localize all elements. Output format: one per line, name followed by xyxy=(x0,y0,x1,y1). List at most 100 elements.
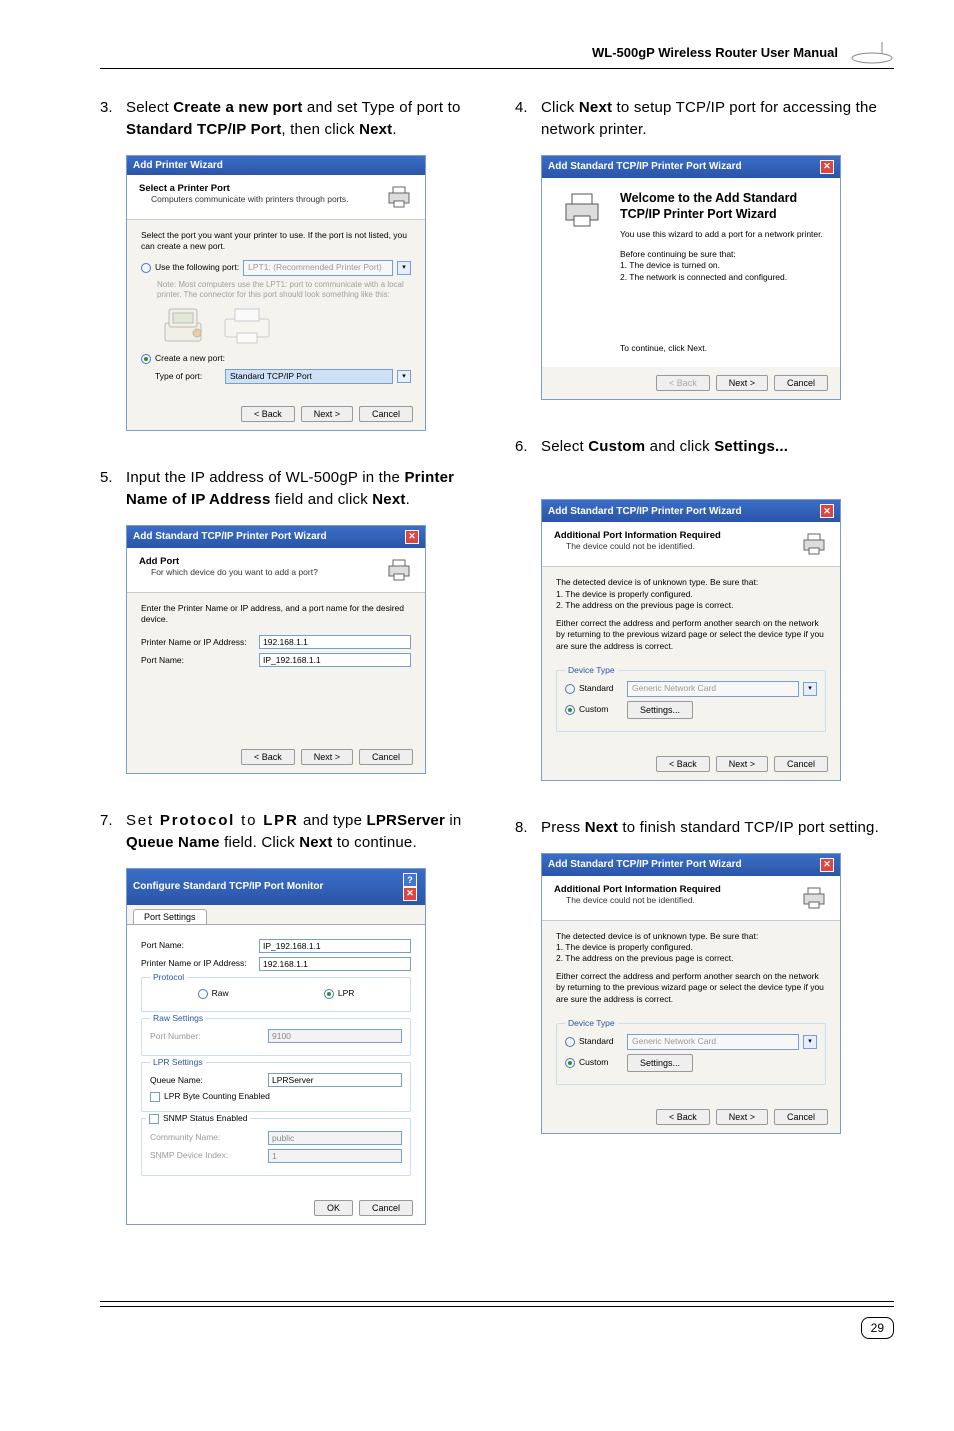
next-button[interactable]: Next > xyxy=(301,406,353,422)
dropdown-arrow-icon[interactable]: ▾ xyxy=(397,370,411,383)
dialog-subheading: For which device do you want to add a po… xyxy=(151,567,385,577)
cancel-button[interactable]: Cancel xyxy=(359,406,413,422)
dialog-subheading: The device could not be identified. xyxy=(566,895,800,905)
back-button[interactable]: < Back xyxy=(241,406,295,422)
dialog-subheading: Computers communicate with printers thro… xyxy=(151,194,385,204)
step-number: 5. xyxy=(100,467,126,489)
step-7: 7. Set Protocol to LPR and type LPRServe… xyxy=(100,810,479,1224)
printer-icon xyxy=(385,556,413,584)
raw-port-field xyxy=(268,1029,402,1043)
radio-create-port[interactable] xyxy=(141,354,151,364)
cancel-button[interactable]: Cancel xyxy=(774,756,828,772)
dialog-heading: Additional Port Information Required xyxy=(554,530,800,541)
help-icon[interactable]: ? xyxy=(403,873,417,887)
lpr-byte-checkbox[interactable] xyxy=(150,1092,160,1102)
step-3: 3. Select Create a new port and set Type… xyxy=(100,97,479,431)
printer-icon xyxy=(385,183,413,211)
printer-large-icon xyxy=(221,307,273,345)
printer-addr-field[interactable] xyxy=(259,957,411,971)
back-button[interactable]: < Back xyxy=(241,749,295,765)
step-number: 4. xyxy=(515,97,541,119)
printer-icon xyxy=(800,884,828,912)
port-select[interactable]: LPT1: (Recommended Printer Port) xyxy=(243,260,393,275)
snmp-checkbox[interactable] xyxy=(149,1114,159,1124)
radio-custom[interactable] xyxy=(565,705,575,715)
dialog-desc: Enter the Printer Name or IP address, an… xyxy=(141,603,411,626)
dialog-heading: Add Port xyxy=(139,556,385,567)
cancel-button[interactable]: Cancel xyxy=(774,375,828,391)
step-6: 6. Select Custom and click Settings... A… xyxy=(515,436,894,781)
next-button[interactable]: Next > xyxy=(301,749,353,765)
step-number: 8. xyxy=(515,817,541,839)
std-card-select: Generic Network Card xyxy=(627,1034,799,1049)
close-icon[interactable]: ✕ xyxy=(820,858,834,872)
tab-port-settings[interactable]: Port Settings xyxy=(133,909,207,924)
dialog-port-monitor: Configure Standard TCP/IP Port Monitor?✕… xyxy=(126,868,426,1225)
cancel-button[interactable]: Cancel xyxy=(774,1109,828,1125)
close-icon[interactable]: ✕ xyxy=(820,504,834,518)
dropdown-arrow-icon: ▾ xyxy=(803,682,817,695)
header-title: WL-500gP Wireless Router User Manual xyxy=(592,45,838,60)
back-button[interactable]: < Back xyxy=(656,1109,710,1125)
snmp-index-field xyxy=(268,1149,402,1163)
settings-button[interactable]: Settings... xyxy=(627,701,693,719)
printer-ip-input[interactable] xyxy=(259,635,411,649)
dropdown-arrow-icon[interactable]: ▾ xyxy=(397,261,411,274)
page-header: WL-500gP Wireless Router User Manual xyxy=(100,40,894,69)
dropdown-arrow-icon: ▾ xyxy=(803,1035,817,1048)
back-button[interactable]: < Back xyxy=(656,756,710,772)
step-8: 8. Press Next to finish standard TCP/IP … xyxy=(515,817,894,1134)
community-field xyxy=(268,1131,402,1145)
welcome-heading: Welcome to the Add Standard TCP/IP Print… xyxy=(620,190,828,224)
dialog-welcome-wizard: Add Standard TCP/IP Printer Port Wizard✕… xyxy=(541,155,841,400)
dialog-add-printer-wizard: Add Printer Wizard Select a Printer Port… xyxy=(126,155,426,432)
radio-raw[interactable] xyxy=(198,989,208,999)
ok-button[interactable]: OK xyxy=(314,1200,353,1216)
dialog-desc: Select the port you want your printer to… xyxy=(141,230,411,253)
step-body: Set Protocol to LPR and type LPRServer i… xyxy=(126,810,479,854)
radio-custom[interactable] xyxy=(565,1058,575,1068)
queue-name-field[interactable] xyxy=(268,1073,402,1087)
router-icon xyxy=(850,40,894,64)
footer-rule xyxy=(100,1301,894,1307)
next-button[interactable]: Next > xyxy=(716,375,768,391)
radio-use-port[interactable] xyxy=(141,263,151,273)
cancel-button[interactable]: Cancel xyxy=(359,1200,413,1216)
dialog-port-info: Add Standard TCP/IP Printer Port Wizard✕… xyxy=(541,499,841,780)
radio-lpr[interactable] xyxy=(324,989,334,999)
std-card-select: Generic Network Card xyxy=(627,681,799,696)
radio-standard[interactable] xyxy=(565,1037,575,1047)
next-button[interactable]: Next > xyxy=(716,756,768,772)
back-button: < Back xyxy=(656,375,710,391)
page-number: 29 xyxy=(861,1317,894,1339)
dialog-heading: Select a Printer Port xyxy=(139,183,385,194)
dialog-add-port: Add Standard TCP/IP Printer Port Wizard✕… xyxy=(126,525,426,775)
settings-button[interactable]: Settings... xyxy=(627,1054,693,1072)
close-icon[interactable]: ✕ xyxy=(403,887,417,901)
dialog-port-info-2: Add Standard TCP/IP Printer Port Wizard✕… xyxy=(541,853,841,1134)
port-name-field[interactable] xyxy=(259,939,411,953)
close-icon[interactable]: ✕ xyxy=(820,160,834,174)
step-body: Select Create a new port and set Type of… xyxy=(126,97,479,141)
step-number: 6. xyxy=(515,436,541,458)
step-5: 5. Input the IP address of WL-500gP in t… xyxy=(100,467,479,774)
step-body: Input the IP address of WL-500gP in the … xyxy=(126,467,479,511)
step-body: Click Next to setup TCP/IP port for acce… xyxy=(541,97,894,141)
step-body: Select Custom and click Settings... xyxy=(541,436,894,458)
close-icon[interactable]: ✕ xyxy=(405,530,419,544)
dialog-titlebar: Add Printer Wizard xyxy=(127,156,425,175)
dialog-heading: Additional Port Information Required xyxy=(554,884,800,895)
step-number: 3. xyxy=(100,97,126,119)
note-text: Note: Most computers use the LPT1: port … xyxy=(157,280,411,299)
cancel-button[interactable]: Cancel xyxy=(359,749,413,765)
printer-icon xyxy=(562,190,602,230)
port-type-select[interactable]: Standard TCP/IP Port xyxy=(225,369,393,384)
step-4: 4. Click Next to setup TCP/IP port for a… xyxy=(515,97,894,400)
port-name-input[interactable] xyxy=(259,653,411,667)
dialog-subheading: The device could not be identified. xyxy=(566,541,800,551)
step-number: 7. xyxy=(100,810,126,832)
printer-icon xyxy=(800,530,828,558)
next-button[interactable]: Next > xyxy=(716,1109,768,1125)
step-body: Press Next to finish standard TCP/IP por… xyxy=(541,817,894,839)
radio-standard[interactable] xyxy=(565,684,575,694)
